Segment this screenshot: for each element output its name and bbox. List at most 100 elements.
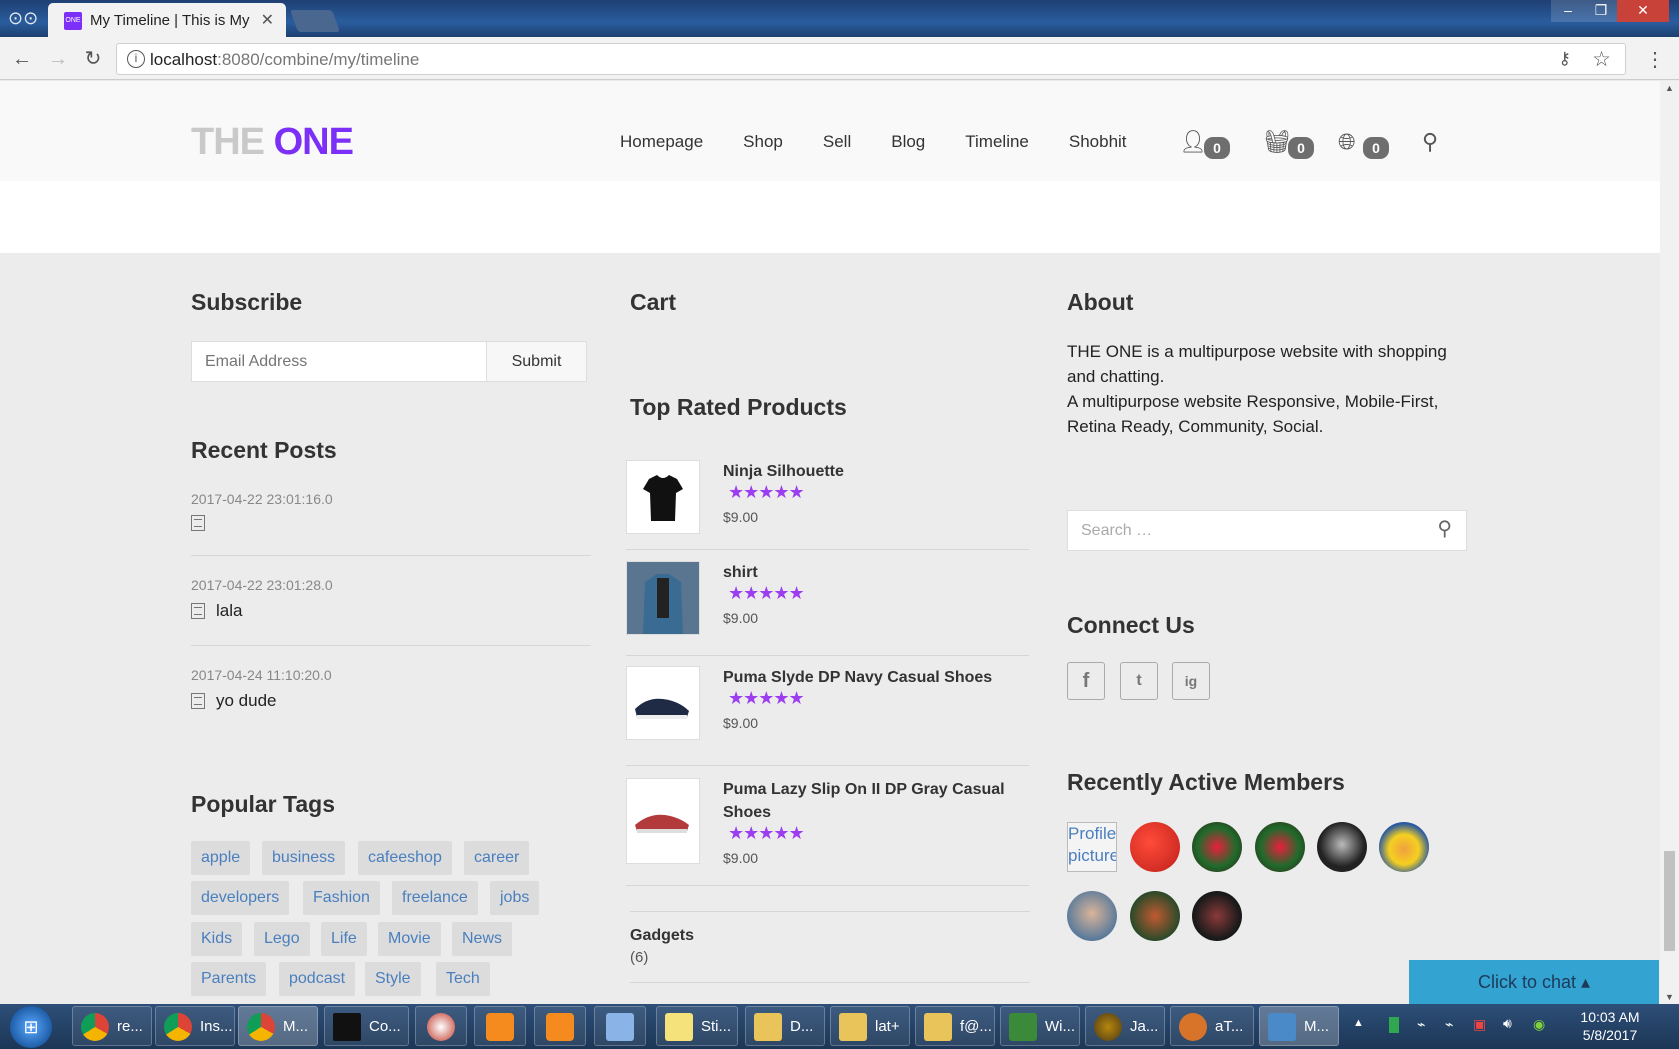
post-title[interactable]: lala xyxy=(216,601,242,621)
browser-tab-active[interactable]: ONE My Timeline | This is My ✕ xyxy=(48,3,286,37)
start-button[interactable]: ⊞ xyxy=(10,1006,52,1048)
maximize-button[interactable]: ❐ xyxy=(1585,0,1617,22)
site-logo[interactable]: THE ONE xyxy=(191,121,354,164)
tag-business[interactable]: business xyxy=(262,841,346,875)
taskbar-folder-1[interactable]: D... xyxy=(745,1006,825,1046)
tab-close-icon[interactable]: ✕ xyxy=(261,10,274,30)
product-name[interactable]: Puma Lazy Slip On II DP Gray Casual Shoe… xyxy=(723,778,1023,824)
site-info-icon[interactable]: i xyxy=(127,50,145,68)
avatar[interactable] xyxy=(1192,891,1242,941)
bookmark-star-icon[interactable]: ☆ xyxy=(1592,47,1611,72)
scroll-down-icon[interactable]: ▼ xyxy=(1665,992,1674,1002)
tray-nvidia-icon[interactable]: ◉ xyxy=(1533,1016,1545,1033)
product-name[interactable]: Puma Slyde DP Navy Casual Shoes xyxy=(723,666,1023,689)
search-icon[interactable]: ⚲ xyxy=(1422,129,1438,155)
browser-menu-icon[interactable]: ⋮ xyxy=(1645,47,1665,72)
minimize-button[interactable]: – xyxy=(1551,0,1585,22)
tag-podcast[interactable]: podcast xyxy=(279,962,356,996)
avatar[interactable] xyxy=(1317,822,1367,872)
avatar[interactable] xyxy=(1255,822,1305,872)
tag-movie[interactable]: Movie xyxy=(378,922,441,956)
tag-news[interactable]: News xyxy=(452,922,513,956)
nav-timeline[interactable]: Timeline xyxy=(965,132,1029,152)
taskbar-windows-app[interactable]: Wi... xyxy=(1000,1006,1080,1046)
avatar[interactable] xyxy=(1067,891,1117,941)
taskbar-workbench[interactable]: M... xyxy=(1259,1006,1339,1046)
reload-icon[interactable]: ↻ xyxy=(79,45,107,73)
category-gadgets[interactable]: Gadgets xyxy=(630,927,694,945)
tag-apple[interactable]: apple xyxy=(191,841,251,875)
tray-battery-icon[interactable] xyxy=(1389,1017,1399,1033)
page-scrollbar[interactable]: ▲ ▼ xyxy=(1660,81,1679,1004)
tray-volume-icon[interactable]: 🔊︎ xyxy=(1503,1015,1512,1032)
tray-usb-icon[interactable]: ⌁ xyxy=(1417,1016,1425,1033)
taskbar-chrome-2[interactable]: Ins... xyxy=(155,1006,235,1046)
tray-expand-icon[interactable]: ▲ xyxy=(1353,1017,1364,1029)
tag-career[interactable]: career xyxy=(464,841,530,875)
back-arrow-icon[interactable]: ← xyxy=(8,45,36,73)
taskbar-sticky[interactable]: Sti... xyxy=(656,1006,738,1046)
tray-drive-icon[interactable]: ⌁ xyxy=(1445,1016,1453,1033)
taskbar-java-ide[interactable]: Ja... xyxy=(1085,1006,1165,1046)
tag-cafeeshop[interactable]: cafeeshop xyxy=(358,841,452,875)
recent-post[interactable]: 2017-04-22 23:01:16.0 xyxy=(191,491,591,531)
taskbar-tomcat[interactable]: aT... xyxy=(1170,1006,1254,1046)
tag-jobs[interactable]: jobs xyxy=(490,881,540,915)
product-name[interactable]: Ninja Silhouette xyxy=(723,460,1023,483)
search-icon[interactable]: ⚲ xyxy=(1437,516,1452,541)
scroll-up-icon[interactable]: ▲ xyxy=(1665,83,1674,93)
tag-freelance[interactable]: freelance xyxy=(392,881,478,915)
product-thumbnail[interactable] xyxy=(626,561,700,635)
broken-avatar-image[interactable]: Profile picture xyxy=(1067,822,1117,872)
twitter-icon[interactable]: t xyxy=(1120,662,1158,700)
post-title[interactable]: yo dude xyxy=(216,691,277,711)
address-bar[interactable]: i localhost:8080/combine/my/timeline ⚷ ☆ xyxy=(116,43,1626,75)
product-name[interactable]: shirt xyxy=(723,561,1023,584)
product-thumbnail[interactable] xyxy=(626,666,700,740)
taskbar-app[interactable] xyxy=(415,1006,467,1046)
system-clock[interactable]: 10:03 AM 5/8/2017 xyxy=(1570,1008,1650,1044)
instagram-icon[interactable]: ig xyxy=(1172,662,1210,700)
taskbar-sublime-1[interactable] xyxy=(474,1006,526,1046)
facebook-icon[interactable]: f xyxy=(1067,662,1105,700)
email-input[interactable] xyxy=(191,341,487,382)
nav-shobhit[interactable]: Shobhit xyxy=(1069,132,1127,152)
avatar[interactable] xyxy=(1192,822,1242,872)
avatar[interactable] xyxy=(1379,822,1429,872)
nav-homepage[interactable]: Homepage xyxy=(620,132,703,152)
cart-basket-icon[interactable]: 🧺︎ xyxy=(1263,129,1291,155)
tag-fashion[interactable]: Fashion xyxy=(303,881,380,915)
nav-sell[interactable]: Sell xyxy=(823,132,851,152)
tag-life[interactable]: Life xyxy=(321,922,367,956)
taskbar-sublime-2[interactable] xyxy=(534,1006,586,1046)
tray-network-icon[interactable]: ▣ xyxy=(1473,1016,1486,1033)
user-icon[interactable]: 👤︎ xyxy=(1179,129,1207,155)
tag-parents[interactable]: Parents xyxy=(191,962,267,996)
nav-shop[interactable]: Shop xyxy=(743,132,783,152)
avatar[interactable] xyxy=(1130,891,1180,941)
recent-post[interactable]: 2017-04-24 11:10:20.0 yo dude xyxy=(191,667,591,711)
taskbar-folder-2[interactable]: lat+ xyxy=(830,1006,910,1046)
recent-post[interactable]: 2017-04-22 23:01:28.0 lala xyxy=(191,577,591,621)
key-icon[interactable]: ⚷ xyxy=(1559,49,1571,69)
avatar[interactable] xyxy=(1130,822,1180,872)
taskbar-chrome-1[interactable]: re... xyxy=(72,1006,152,1046)
new-tab-button[interactable] xyxy=(289,10,341,32)
tag-lego[interactable]: Lego xyxy=(254,922,310,956)
submit-button[interactable]: Submit xyxy=(486,341,587,382)
scrollbar-thumb[interactable] xyxy=(1664,851,1675,951)
tag-developers[interactable]: developers xyxy=(191,881,290,915)
taskbar-box-app[interactable] xyxy=(594,1006,646,1046)
window-close-button[interactable]: ✕ xyxy=(1617,0,1669,22)
taskbar-chrome-3[interactable]: M... xyxy=(238,1006,318,1046)
tag-tech[interactable]: Tech xyxy=(436,962,490,996)
tag-style[interactable]: Style xyxy=(365,962,421,996)
nav-blog[interactable]: Blog xyxy=(891,132,925,152)
search-input[interactable]: Search … ⚲ xyxy=(1067,510,1467,551)
forward-arrow-icon[interactable]: → xyxy=(44,45,72,73)
globe-icon[interactable]: 🌐︎ xyxy=(1338,129,1356,155)
product-thumbnail[interactable] xyxy=(626,778,700,864)
click-to-chat-button[interactable]: Click to chat ▴ xyxy=(1409,960,1659,1004)
taskbar-console[interactable]: Co... xyxy=(324,1006,409,1046)
taskbar-folder-3[interactable]: f@... xyxy=(915,1006,995,1046)
